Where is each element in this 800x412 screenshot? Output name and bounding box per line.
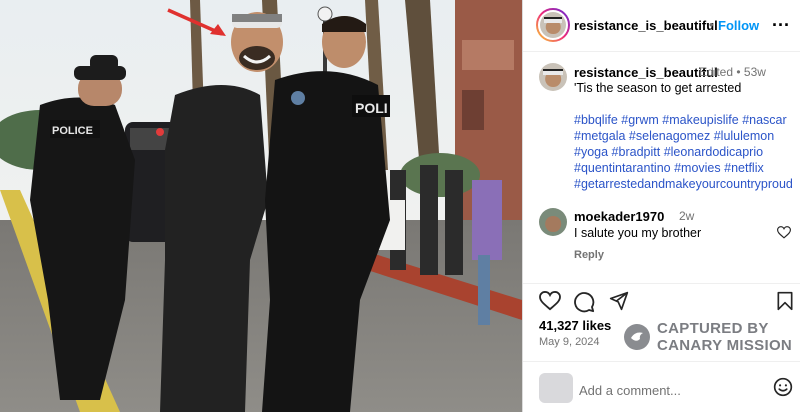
hashtag-link[interactable]: #makeupislife [662, 113, 738, 127]
post-side-panel: resistance_is_beautiful • Follow ... res… [522, 0, 800, 412]
hashtag-link[interactable]: #quentintarantino [574, 161, 671, 175]
caption-avatar[interactable] [539, 63, 567, 91]
follow-button[interactable]: Follow [718, 18, 759, 33]
add-comment-input[interactable] [577, 378, 771, 402]
bookmark-icon[interactable] [776, 291, 794, 311]
hashtag-link[interactable]: #nascar [742, 113, 786, 127]
hashtag-link[interactable]: #metgala [574, 129, 625, 143]
vest-label-left: POLICE [52, 125, 93, 137]
hashtag-link[interactable]: #lululemon [714, 129, 774, 143]
caption-text: 'Tis the season to get arrested [574, 81, 742, 95]
comment-avatar[interactable] [539, 208, 567, 236]
more-options-icon[interactable]: ... [772, 10, 790, 31]
hashtag-link[interactable]: #getarrestedandmakeyourcountryproud [574, 177, 793, 191]
caption-edited-time: Edited • 53w [699, 65, 766, 79]
comment-icon[interactable] [573, 291, 595, 313]
hashtag-link[interactable]: #yoga [574, 145, 608, 159]
canary-mission-logo-icon [624, 324, 650, 350]
hashtag-link[interactable]: #movies [674, 161, 721, 175]
hashtag-link[interactable]: #netflix [724, 161, 764, 175]
watermark-line1: CAPTURED BY [657, 320, 769, 337]
hashtag-link[interactable]: #selenagomez [629, 129, 710, 143]
watermark-text: CAPTURED BY CANARY MISSION [657, 320, 792, 354]
current-user-avatar [539, 373, 573, 403]
comment-box-divider [523, 361, 800, 362]
actions-divider [523, 283, 800, 284]
vest-label-right: POLI [355, 100, 388, 116]
header-username[interactable]: resistance_is_beautiful [574, 18, 718, 33]
header-separator: • [709, 17, 714, 32]
hashtag-link[interactable]: #grwm [621, 113, 659, 127]
post-date: May 9, 2024 [539, 336, 600, 348]
header-avatar[interactable] [540, 12, 566, 38]
likes-count[interactable]: 41,327 likes [539, 318, 611, 333]
reply-button[interactable]: Reply [574, 249, 604, 261]
emoji-icon[interactable] [773, 377, 793, 397]
hashtag-link[interactable]: #bradpitt [612, 145, 661, 159]
comment-like-heart-icon[interactable] [777, 226, 791, 239]
hashtag-link[interactable]: #bbqlife [574, 113, 618, 127]
post-header: resistance_is_beautiful • Follow ... [523, 0, 800, 52]
arrest-scene-image: POLICE POLI [0, 0, 522, 412]
watermark-line2: CANARY MISSION [657, 337, 793, 354]
comment-text: I salute you my brother [574, 226, 702, 240]
post-photo[interactable]: POLICE POLI [0, 0, 522, 412]
instagram-post-view: POLICE POLI resistance_is_beautiful • Fo… [0, 0, 800, 412]
hashtag-link[interactable]: #leonardodicaprio [664, 145, 763, 159]
comment-username[interactable]: moekader1970 [574, 209, 664, 224]
caption-username[interactable]: resistance_is_beautiful [574, 65, 718, 80]
caption-hashtags: #bbqlife #grwm #makeupislife #nascar #me… [574, 112, 798, 192]
heart-icon[interactable] [539, 291, 561, 311]
comment-time: 2w [679, 209, 695, 223]
share-icon[interactable] [609, 291, 629, 311]
